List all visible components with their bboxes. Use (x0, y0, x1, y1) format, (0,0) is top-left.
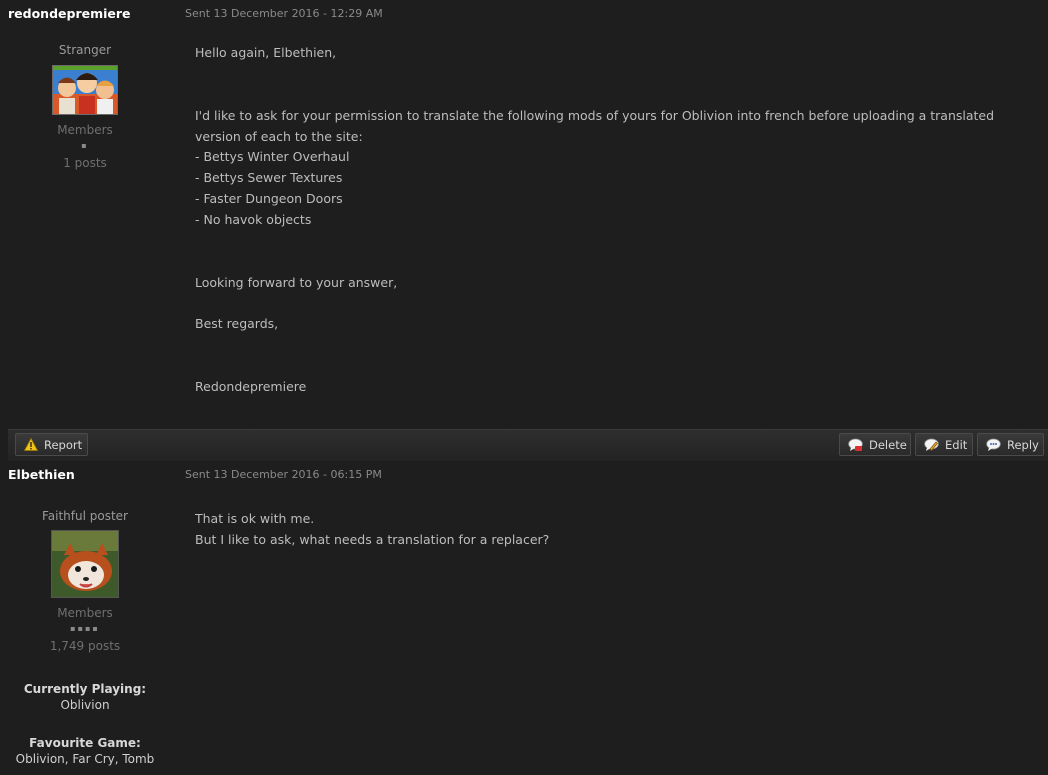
delete-button[interactable]: Delete (839, 433, 911, 456)
report-button[interactable]: Report (15, 433, 88, 456)
rank-pips: ▪ (81, 141, 89, 150)
member-group: Members (57, 123, 113, 137)
reply-bubble-icon (986, 438, 1001, 451)
author-info: Stranger Members ▪ 1 posts (0, 42, 170, 170)
reply-button[interactable]: Reply (977, 433, 1044, 456)
edit-button[interactable]: Edit (915, 433, 973, 456)
avatar[interactable] (51, 530, 119, 598)
post-date: Sent 13 December 2016 - 12:29 AM (185, 7, 383, 20)
favourite-game-label: Favourite Game: (29, 736, 141, 750)
currently-playing-label: Currently Playing: (23, 682, 147, 696)
post-author[interactable]: Elbethien (8, 467, 75, 482)
post-toolbar: Report Delete Edit Reply (8, 429, 1048, 461)
delete-label: Delete (869, 437, 907, 452)
warning-icon (24, 438, 38, 451)
post-body: That is ok with me. But I like to ask, w… (195, 509, 1025, 551)
body-line: But I like to ask, what needs a translat… (195, 531, 550, 547)
edit-bubble-icon (924, 438, 939, 451)
body-regards: Best regards, (195, 316, 279, 332)
body-mod-item: - Faster Dungeon Doors (195, 190, 343, 206)
report-label: Report (44, 437, 83, 452)
member-group: Members (57, 606, 113, 620)
post-date: Sent 13 December 2016 - 06:15 PM (185, 468, 382, 481)
body-closing: Looking forward to your answer, (195, 274, 398, 290)
message-post-2: Elbethien Sent 13 December 2016 - 06:15 … (0, 461, 1048, 775)
reply-label: Reply (1007, 437, 1039, 452)
body-greeting: Hello again, Elbethien, (195, 45, 337, 60)
delete-bubble-icon (848, 438, 863, 451)
currently-playing-value: Oblivion (60, 698, 110, 712)
message-post-1: redondepremiere Sent 13 December 2016 - … (0, 0, 1048, 461)
post-count: 1 posts (63, 156, 107, 170)
avatar[interactable] (52, 65, 118, 115)
post-body: Hello again, Elbethien, I'd like to ask … (195, 43, 1025, 398)
body-mod-item: - Bettys Sewer Textures (195, 170, 343, 186)
body-line: That is ok with me. (195, 511, 315, 526)
favourite-game-value: Oblivion, Far Cry, Tomb (15, 752, 155, 766)
edit-label: Edit (945, 437, 968, 452)
body-signature: Redondepremiere (195, 379, 307, 395)
author-info: Faithful poster Members ▪▪▪▪ 1,749 posts… (0, 508, 170, 767)
body-request: I'd like to ask for your permission to t… (195, 107, 995, 144)
post-count: 1,749 posts (49, 639, 121, 653)
rank-pips: ▪▪▪▪ (70, 624, 100, 633)
member-rank: Faithful poster (41, 509, 128, 523)
body-mod-item: - No havok objects (195, 211, 312, 227)
body-mod-item: - Bettys Winter Overhaul (195, 149, 350, 165)
member-rank: Stranger (58, 43, 112, 57)
post-author[interactable]: redondepremiere (8, 6, 131, 21)
